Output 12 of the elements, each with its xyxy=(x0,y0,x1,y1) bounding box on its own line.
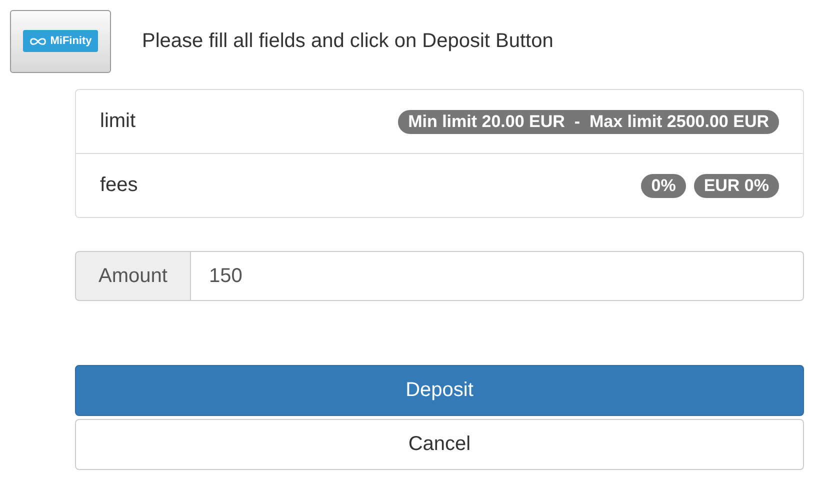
row-label: limit xyxy=(100,110,136,133)
instruction-text: Please fill all fields and click on Deposit Button xyxy=(142,30,554,52)
mifinity-logo: MiFinity xyxy=(23,30,98,52)
row-label: fees xyxy=(100,174,138,197)
infinity-icon xyxy=(29,36,48,46)
amount-label: Amount xyxy=(75,251,191,301)
cancel-button[interactable]: Cancel xyxy=(75,419,804,470)
info-badge: EUR 0% xyxy=(694,174,779,198)
deposit-button[interactable]: Deposit xyxy=(75,365,804,416)
amount-input[interactable]: 150 xyxy=(191,251,804,301)
info-badge: Min limit 20.00 EUR - Max limit 2500.00 EUR xyxy=(398,110,779,134)
info-badge: 0% xyxy=(641,174,686,198)
